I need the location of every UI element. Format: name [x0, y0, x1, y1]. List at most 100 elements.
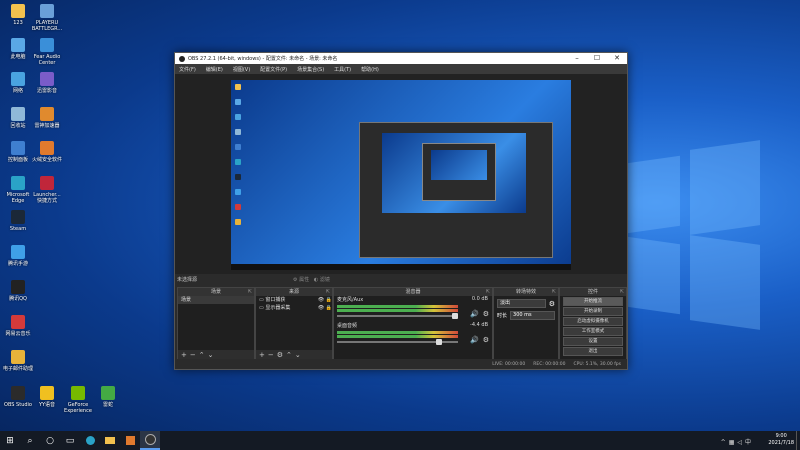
desktop-icon[interactable]: 雷蛇 [90, 386, 126, 408]
menu-item[interactable]: 文件(F) [179, 66, 196, 73]
desktop-icon[interactable]: 火绒安全软件 [29, 141, 65, 163]
desktop-icon[interactable]: Steam [0, 210, 36, 232]
dock-float-icon[interactable]: ⇱ [552, 288, 556, 296]
volume-slider-handle[interactable] [452, 313, 458, 319]
move-down-icon[interactable]: ⌄ [295, 351, 304, 359]
app-icon[interactable] [120, 431, 140, 450]
obs-titlebar[interactable]: OBS 27.2.1 (64-bit, windows) - 配置文件: 未命名… [175, 53, 627, 64]
wallpaper-beam [620, 235, 680, 315]
show-desktop-button[interactable] [796, 431, 800, 450]
app-icon [11, 280, 25, 294]
app-icon [11, 315, 25, 329]
track-name: 麦克风/Aux [337, 297, 364, 303]
app-icon [11, 386, 25, 400]
edge-icon[interactable] [80, 431, 100, 450]
obs-taskbar-icon[interactable] [140, 431, 160, 450]
chevron-up-icon[interactable]: ^ [721, 439, 729, 446]
studio-mode-button[interactable]: 工作室模式 [563, 327, 623, 336]
file-explorer-icon[interactable] [100, 431, 120, 450]
desktop-icon[interactable]: 腾讯手游 [0, 245, 36, 267]
desktop-icon[interactable]: PLAYERU BATTLEGR... [29, 4, 65, 32]
captured-desktop-icon [235, 189, 241, 195]
visibility-eye-icon[interactable]: 👁 🔒 [318, 296, 332, 304]
properties-gear-icon[interactable]: ⚙ [293, 277, 297, 283]
close-icon[interactable]: ✕ [607, 53, 627, 64]
desktop-icon[interactable]: 电子邮件助理 [0, 350, 36, 372]
speaker-icon[interactable]: 🔊 [470, 310, 479, 318]
remove-scene-icon[interactable]: − [190, 351, 199, 359]
window-title: OBS 27.2.1 (64-bit, windows) - 配置文件: 未命名… [188, 56, 338, 62]
desktop-icon-label: 雷神加速器 [34, 123, 60, 129]
move-up-icon[interactable]: ⌃ [286, 351, 295, 359]
visibility-eye-icon[interactable]: 👁 🔒 [318, 304, 332, 312]
maximize-icon[interactable]: ☐ [587, 53, 607, 64]
clock[interactable]: 9:00 2021/7/18 [768, 433, 794, 447]
start-windows-icon[interactable]: ⊞ [0, 431, 20, 450]
start-streaming-button[interactable]: 开始推流 [563, 297, 623, 306]
transition-settings-gear-icon[interactable]: ⚙ [549, 300, 555, 308]
dock-float-icon[interactable]: ⇱ [248, 288, 252, 296]
source-settings-icon[interactable]: ⚙ [277, 351, 286, 359]
filters-icon[interactable]: ◐ [314, 277, 318, 283]
menu-item[interactable]: 配置文件(P) [260, 66, 287, 73]
settings-button[interactable]: 设置 [563, 337, 623, 346]
exit-button[interactable]: 退出 [563, 347, 623, 356]
desktop-icon-label: 腾讯QQ [9, 296, 27, 302]
source-item[interactable]: ▭ 窗口捕获 👁 🔒 [256, 296, 332, 304]
desktop-icon[interactable]: 腾讯QQ [0, 280, 36, 302]
volume-icon[interactable]: ◁ [737, 439, 745, 446]
dock-float-icon[interactable]: ⇱ [486, 288, 490, 296]
speaker-icon[interactable]: 🔊 [470, 336, 479, 344]
app-icon [11, 107, 25, 121]
menu-item[interactable]: 编辑(E) [206, 66, 223, 73]
app-icon [11, 72, 25, 86]
desktop-icon[interactable]: Launcher... 快捷方式 [29, 176, 65, 204]
menu-item[interactable]: 场景集合(S) [297, 66, 324, 73]
captured-desktop-icon [235, 129, 241, 135]
transition-select[interactable]: 淡出 [497, 299, 546, 308]
sources-dock-header: 来源 ⇱ [256, 288, 332, 296]
desktop-icon[interactable]: 迅雷影音 [29, 72, 65, 94]
desktop-icon-label: Fear Audio Center [33, 54, 61, 66]
minimize-icon[interactable]: – [567, 53, 587, 64]
start-recording-button[interactable]: 开始录制 [563, 307, 623, 316]
start-virtual-camera-button[interactable]: 启动虚拟摄像机 [563, 317, 623, 326]
menu-item[interactable]: 帮助(H) [361, 66, 379, 73]
remove-source-icon[interactable]: − [268, 351, 277, 359]
obs-app-icon [179, 55, 185, 62]
app-icon [40, 107, 54, 121]
obs-window[interactable]: OBS 27.2.1 (64-bit, windows) - 配置文件: 未命名… [174, 52, 628, 370]
task-view-icon[interactable]: ▭ [60, 431, 80, 450]
filters-button[interactable]: 滤镜 [320, 277, 330, 283]
add-source-icon[interactable]: + [259, 351, 268, 359]
menu-item[interactable]: 工具(T) [334, 66, 351, 73]
dock-float-icon[interactable]: ⇱ [620, 288, 624, 296]
dock-float-icon[interactable]: ⇱ [326, 288, 330, 296]
search-icon[interactable]: ⌕ [20, 431, 40, 450]
volume-slider[interactable] [337, 315, 458, 317]
add-scene-icon[interactable]: + [181, 351, 190, 359]
move-down-icon[interactable]: ⌄ [208, 351, 217, 359]
properties-button[interactable]: 属性 [299, 277, 309, 283]
scene-item[interactable]: 场景 [178, 296, 254, 304]
system-tray-icons[interactable]: ^▦◁中 [721, 437, 754, 446]
track-name: 桌面音频 [337, 323, 358, 329]
menu-item[interactable]: 视图(V) [233, 66, 250, 73]
app-icon [40, 72, 54, 86]
preview-canvas[interactable] [231, 80, 571, 270]
desktop-icon[interactable]: Fear Audio Center [29, 38, 65, 66]
app-icon [40, 4, 54, 18]
duration-input[interactable]: 300 ms [510, 311, 555, 320]
gear-icon[interactable]: ⚙ [483, 336, 489, 344]
cortana-icon[interactable]: ○ [40, 431, 60, 450]
ime-icon[interactable]: 中 [745, 439, 754, 446]
desktop-icon[interactable]: 网易云音乐 [0, 315, 36, 337]
app-icon [11, 245, 25, 259]
gear-icon[interactable]: ⚙ [483, 310, 489, 318]
desktop-icon-label: 火绒安全软件 [31, 157, 62, 163]
transitions-dock-header: 转场特效 ⇱ [494, 288, 558, 296]
move-up-icon[interactable]: ⌃ [199, 351, 208, 359]
source-item[interactable]: ▭ 显示器采集 👁 🔒 [256, 304, 332, 312]
volume-slider-handle[interactable] [436, 339, 442, 345]
desktop-icon[interactable]: 雷神加速器 [29, 107, 65, 129]
